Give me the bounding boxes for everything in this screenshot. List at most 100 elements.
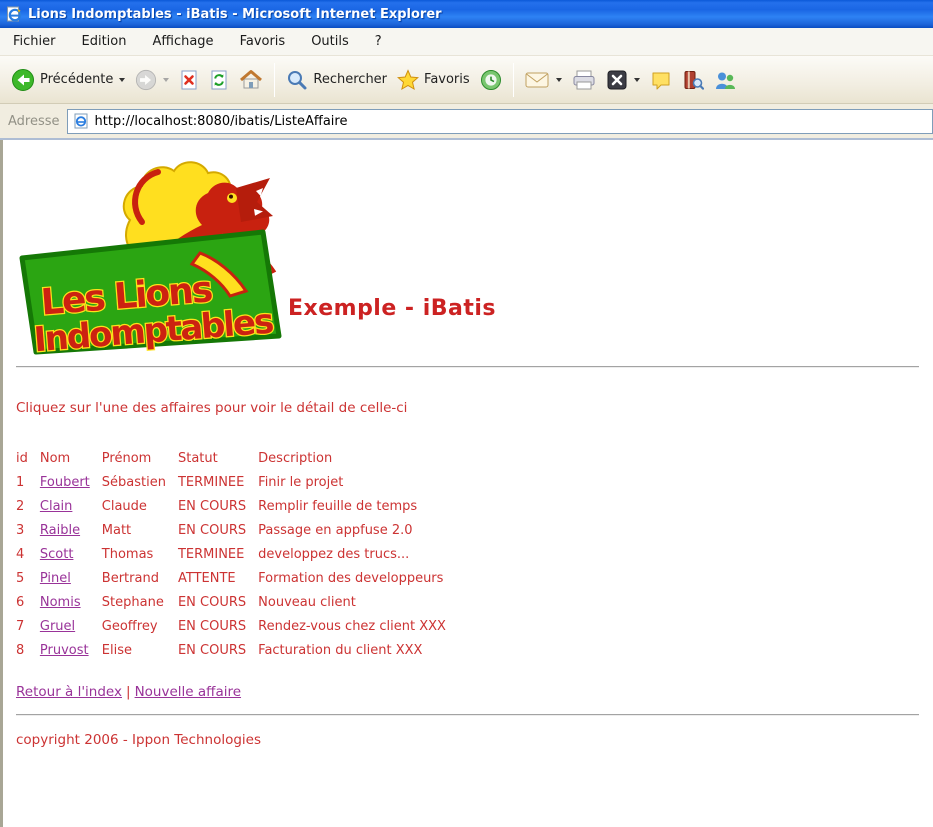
- home-button[interactable]: [234, 66, 268, 94]
- cell-prenom: Elise: [101, 642, 132, 658]
- address-input[interactable]: http://localhost:8080/ibatis/ListeAffair…: [66, 108, 933, 134]
- back-dropdown-icon[interactable]: [119, 77, 126, 82]
- table-row: 7 Gruel Geoffrey EN COURS Rendez-vous chez c…: [16, 614, 458, 638]
- back-to-index-link[interactable]: Retour à l'index: [16, 684, 122, 700]
- header-prenom: Prénom: [101, 450, 152, 466]
- favorites-button[interactable]: Favoris: [392, 66, 475, 94]
- search-button-label: Rechercher: [313, 72, 388, 87]
- favorites-icon: [397, 68, 420, 91]
- cell-id: 8: [16, 642, 25, 658]
- affaire-link[interactable]: Clain: [40, 499, 73, 514]
- cell-prenom: Stephane: [101, 594, 164, 610]
- cell-description: Passage en appfuse 2.0: [258, 522, 413, 538]
- cell-prenom: Thomas: [101, 546, 154, 562]
- divider: [16, 366, 919, 368]
- address-url-text: http://localhost:8080/ibatis/ListeAffair…: [94, 113, 348, 129]
- messenger-button[interactable]: [709, 66, 741, 94]
- mail-dropdown-icon[interactable]: [555, 77, 562, 82]
- header-description: Description: [258, 450, 333, 466]
- page-icon: [73, 113, 89, 129]
- home-icon: [239, 69, 263, 91]
- address-bar: Adresse http://localhost:8080/ibatis/Lis…: [0, 104, 933, 140]
- cell-statut: EN COURS: [177, 522, 247, 538]
- cell-id: 7: [16, 618, 25, 634]
- forward-dropdown-icon[interactable]: [163, 77, 170, 82]
- refresh-button[interactable]: [204, 66, 234, 94]
- footer-links: Retour à l'index | Nouvelle affaire: [16, 684, 921, 700]
- cell-nom: Gruel: [40, 614, 102, 638]
- menu-item-fichier[interactable]: Fichier: [13, 34, 56, 49]
- cell-prenom: Bertrand: [101, 570, 159, 586]
- copyright-text: copyright 2006 - Ippon Technologies: [16, 732, 262, 748]
- cell-nom: Pinel: [40, 566, 102, 590]
- menu-item-outils[interactable]: Outils: [311, 34, 349, 49]
- affaire-link[interactable]: Gruel: [40, 619, 75, 634]
- cell-statut: EN COURS: [177, 642, 247, 658]
- affaire-link[interactable]: Pinel: [40, 571, 71, 586]
- cell-prenom: Geoffrey: [101, 618, 158, 634]
- edit-icon: [606, 69, 628, 91]
- affaires-table: id Nom Prénom Statut Description 1 Fouber…: [16, 446, 458, 662]
- back-button[interactable]: Précédente: [6, 65, 130, 95]
- new-affaire-link[interactable]: Nouvelle affaire: [135, 684, 241, 700]
- stop-button[interactable]: [174, 66, 204, 94]
- menu-item-affichage[interactable]: Affichage: [152, 34, 213, 49]
- cell-description: developpez des trucs...: [258, 546, 410, 562]
- table-row: 1 Foubert Sébastien TERMINEE Finir le projet: [16, 470, 458, 494]
- print-icon: [572, 69, 596, 91]
- page-title: Exemple - iBatis: [288, 296, 497, 321]
- edit-button[interactable]: [601, 66, 645, 94]
- cell-nom: Scott: [40, 542, 102, 566]
- cell-prenom: Claude: [101, 498, 147, 514]
- messenger-icon: [714, 69, 736, 91]
- page-header: Les Lions Indomptables Exemple - iBatis: [16, 156, 921, 355]
- back-icon: [11, 68, 35, 92]
- window-title: Lions Indomptables - iBatis - Microsoft …: [28, 6, 442, 22]
- cell-statut: ATTENTE: [177, 570, 236, 586]
- affaire-link[interactable]: Foubert: [40, 475, 90, 490]
- menu-item-[interactable]: ?: [375, 34, 382, 49]
- cell-description: Finir le projet: [258, 474, 344, 490]
- print-button[interactable]: [567, 66, 601, 94]
- mail-button[interactable]: [520, 68, 567, 92]
- refresh-icon: [209, 69, 229, 91]
- cell-prenom: Matt: [101, 522, 132, 538]
- table-header-row: id Nom Prénom Statut Description: [16, 446, 458, 470]
- affaire-link[interactable]: Nomis: [40, 595, 81, 610]
- cell-statut: EN COURS: [177, 498, 247, 514]
- search-button[interactable]: Rechercher: [281, 66, 392, 94]
- cell-description: Remplir feuille de temps: [258, 498, 418, 514]
- forward-button[interactable]: [130, 66, 174, 94]
- cell-description: Formation des developpeurs: [258, 570, 444, 586]
- menu-item-edition[interactable]: Edition: [82, 34, 127, 49]
- table-row: 2 Clain Claude EN COURS Remplir feuille de t…: [16, 494, 458, 518]
- cell-description: Facturation du client XXX: [258, 642, 423, 658]
- edit-dropdown-icon[interactable]: [633, 77, 640, 82]
- forward-icon: [135, 69, 157, 91]
- cell-id: 5: [16, 570, 25, 586]
- affaire-link[interactable]: Scott: [40, 547, 74, 562]
- affaire-link[interactable]: Raible: [40, 523, 80, 538]
- lions-indomptables-logo: Les Lions Indomptables: [16, 160, 288, 355]
- table-row: 4 Scott Thomas TERMINEE developpez des trucs…: [16, 542, 458, 566]
- affaire-link[interactable]: Pruvost: [40, 643, 89, 658]
- cell-statut: EN COURS: [177, 594, 247, 610]
- research-button[interactable]: [677, 66, 709, 94]
- cell-prenom: Sébastien: [101, 474, 166, 490]
- cell-id: 3: [16, 522, 25, 538]
- table-row: 3 Raible Matt EN COURS Passage en appfuse 2.…: [16, 518, 458, 542]
- discuss-button[interactable]: [645, 66, 677, 94]
- toolbar-separator: [512, 62, 514, 97]
- standard-toolbar: Précédente Rechercher Favoris: [0, 56, 933, 104]
- instruction-text: Cliquez sur l'une des affaires pour voir…: [16, 400, 408, 416]
- menu-item-favoris[interactable]: Favoris: [240, 34, 286, 49]
- cell-nom: Foubert: [40, 470, 102, 494]
- cell-statut: TERMINEE: [177, 546, 245, 562]
- cell-nom: Pruvost: [40, 638, 102, 662]
- cell-nom: Nomis: [40, 590, 102, 614]
- divider: [16, 714, 919, 716]
- history-button[interactable]: [475, 66, 507, 94]
- cell-id: 4: [16, 546, 25, 562]
- link-separator: |: [126, 684, 131, 700]
- cell-statut: EN COURS: [177, 618, 247, 634]
